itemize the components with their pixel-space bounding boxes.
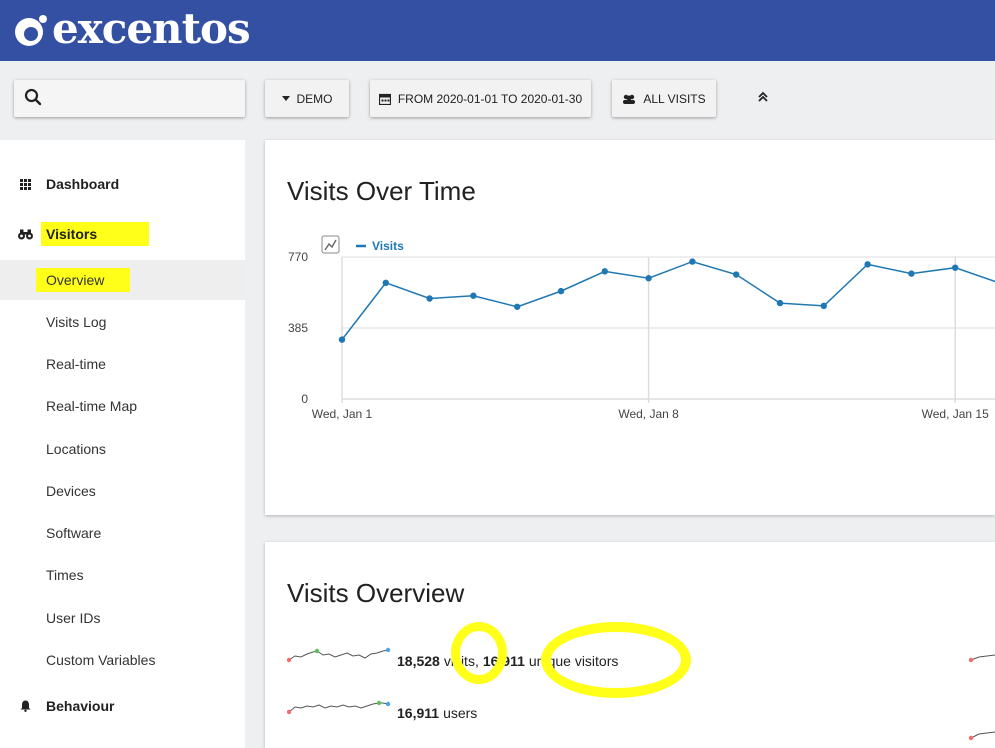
segment-label: ALL VISITS [643, 91, 706, 106]
sidebar-subitem-real-time-map[interactable]: Real-time Map [0, 386, 245, 426]
caret-down-icon [281, 95, 290, 102]
search-input[interactable] [48, 91, 228, 106]
sidebar-subitem-label: Custom Variables [46, 652, 156, 668]
sidebar-subitem-locations[interactable]: Locations [0, 429, 245, 469]
date-range-label: FROM 2020-01-01 TO 2020-01-30 [397, 91, 583, 106]
search-icon[interactable] [24, 88, 42, 109]
y-tick-label: 385 [288, 321, 308, 335]
search-box[interactable] [14, 80, 245, 117]
data-point [514, 303, 521, 310]
data-point [645, 275, 652, 282]
visits-metric-row: 18,528 visits, 16,911 unique visitors [287, 646, 618, 676]
chart-type-icon[interactable] [321, 235, 340, 254]
data-point [733, 271, 740, 278]
sidebar-subitem-label: Overview [46, 272, 105, 288]
sidebar-item-behaviour[interactable]: Behaviour [0, 686, 245, 726]
binoculars-icon [17, 226, 33, 242]
sidebar-subitem-label: Visits Log [46, 314, 107, 330]
logo[interactable]: excentos [12, 4, 251, 54]
visits-over-time-widget: Visits Over Time Visits 770 385 0 Wed, Jan 1… [265, 140, 995, 515]
x-tick-label: Wed, Jan 1 [312, 407, 373, 421]
users-metric-row: 16,911 users [287, 698, 477, 728]
calendar-icon [378, 93, 391, 105]
sidebar-subitem-visits-log[interactable]: Visits Log [0, 302, 245, 342]
collapse-toolbar-button[interactable] [752, 88, 774, 110]
sidebar-item-dashboard[interactable]: Dashboard [0, 164, 245, 204]
top-header: excentos [0, 0, 995, 61]
widget-title: Visits Overview [287, 578, 465, 608]
sidebar-subitem-label: Locations [46, 441, 106, 457]
visits-sparkline [287, 647, 391, 663]
data-point [776, 299, 784, 307]
sidebar-subitem-label: Devices [46, 483, 96, 499]
sidebar-subitem-user-ids[interactable]: User IDs [0, 598, 245, 638]
data-point [820, 302, 827, 310]
sidebar-subitem-label: Real-time [46, 356, 106, 372]
x-tick-label: Wed, Jan 15 [922, 407, 989, 421]
unique-visitors-count: 16,911 [482, 653, 525, 669]
users-sparkline [287, 700, 391, 715]
sidebar-subitem-label: Real-time Map [46, 398, 138, 414]
data-point [601, 268, 608, 275]
visits-count: 18,528 [397, 653, 440, 669]
sidebar-subitem-label: Times [46, 567, 84, 583]
visits-label: visits, [443, 653, 479, 669]
sidebar: Dashboard Visitors Overview Visits Log Rea… [0, 140, 245, 748]
sidebar-subitem-label: User IDs [46, 610, 101, 626]
data-point [864, 261, 871, 268]
data-point [557, 287, 565, 295]
sidebar-item-visitors[interactable]: Visitors [0, 214, 245, 254]
cutoff-sparkline [968, 654, 995, 663]
y-tick-label: 0 [301, 392, 308, 406]
logo-text: excentos [52, 4, 251, 53]
sidebar-item-label: Visitors [46, 226, 98, 242]
users-icon [622, 94, 636, 104]
x-tick-label: Wed, Jan 8 [618, 407, 679, 421]
sidebar-subitem-label: Software [46, 525, 102, 541]
sidebar-subitem-devices[interactable]: Devices [0, 471, 245, 511]
visits-line-chart: Visits 770 385 0 Wed, Jan 1 Wed, Jan 8 Wed, Ja… [288, 235, 995, 421]
users-label: users [443, 705, 478, 721]
unique-visitors-label: unique visitors [528, 653, 619, 669]
logo-mark-icon [12, 10, 50, 48]
sidebar-subitem-software[interactable]: Software [0, 513, 245, 553]
data-point [382, 279, 389, 287]
sidebar-subitem-real-time[interactable]: Real-time [0, 344, 245, 384]
y-tick-label: 770 [288, 250, 308, 264]
legend-label: Visits [372, 239, 404, 253]
users-count: 16,911 [397, 705, 440, 721]
bell-icon [17, 698, 33, 714]
site-selector-label: DEMO [296, 91, 333, 106]
grid-icon [17, 176, 33, 192]
double-chevron-up-icon [757, 90, 769, 108]
sidebar-item-label: Dashboard [46, 176, 120, 192]
date-range-button[interactable]: FROM 2020-01-01 TO 2020-01-30 [370, 80, 591, 117]
data-point [338, 336, 346, 343]
data-point [470, 292, 477, 299]
data-point [908, 270, 915, 277]
sidebar-subitem-overview[interactable]: Overview [0, 260, 245, 300]
cutoff-sparkline [968, 731, 995, 741]
sidebar-subitem-times[interactable]: Times [0, 555, 245, 595]
visits-overview-widget: Visits Overview 18,528 visits, 16,911 un… [265, 542, 995, 748]
site-selector-button[interactable]: DEMO [265, 80, 349, 117]
sidebar-subitem-custom-variables[interactable]: Custom Variables [0, 640, 245, 680]
segment-button[interactable]: ALL VISITS [612, 80, 716, 117]
data-point [426, 295, 433, 302]
data-point [689, 258, 696, 265]
data-point [952, 264, 959, 271]
sidebar-item-label: Behaviour [46, 698, 115, 714]
